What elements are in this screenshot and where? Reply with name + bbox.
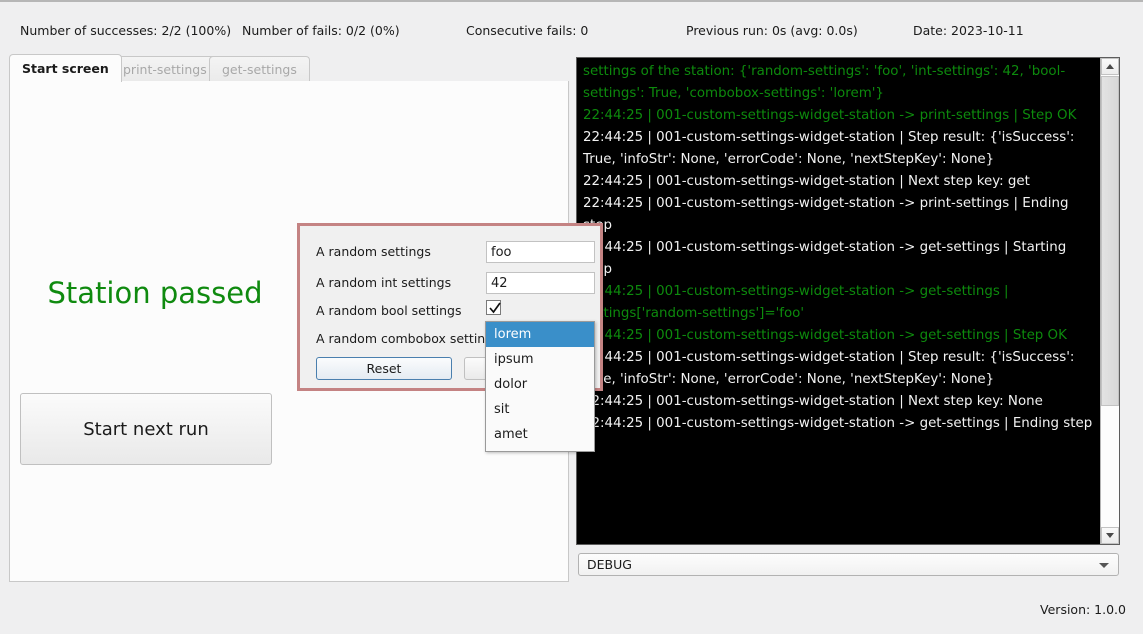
log-line: 22:44:25 | 001-custom-settings-widget-st… (583, 174, 1030, 189)
previous-run-status: Previous run: 0s (avg: 0.0s) (686, 23, 858, 38)
log-line: 22:44:25 | 001-custom-settings-widget-st… (583, 350, 1079, 387)
application-window: Number of successes: 2/2 (100%) Number o… (0, 0, 1143, 634)
random-settings-input[interactable] (486, 241, 595, 263)
consecutive-fails-status: Consecutive fails: 0 (466, 23, 589, 38)
scroll-up-arrow-icon[interactable] (1101, 58, 1119, 75)
combobox-option[interactable]: amet (486, 422, 594, 447)
int-settings-label: A random int settings (316, 275, 452, 290)
start-next-run-button[interactable]: Start next run (20, 393, 272, 465)
log-output: settings of the station: {'random-settin… (577, 58, 1101, 544)
bool-settings-label: A random bool settings (316, 303, 462, 318)
station-status-text: Station passed (47, 276, 263, 310)
log-line: 22:44:25 | 001-custom-settings-widget-st… (583, 284, 1013, 321)
fails-status: Number of fails: 0/2 (0%) (242, 23, 400, 38)
chevron-down-icon (1099, 563, 1109, 568)
checkmark-icon (489, 302, 501, 314)
log-line: 22:44:25 | 001-custom-settings-widget-st… (583, 130, 1079, 167)
tab-get-settings[interactable]: get-settings (209, 56, 310, 82)
bool-settings-checkbox[interactable] (486, 300, 501, 315)
reset-button[interactable]: Reset (316, 357, 452, 380)
scroll-down-arrow-icon[interactable] (1101, 527, 1119, 544)
combobox-option[interactable]: dolor (486, 372, 594, 397)
log-line: 22:44:25 | 001-custom-settings-widget-st… (583, 196, 1069, 233)
log-level-value: DEBUG (587, 557, 632, 572)
log-line: 22:44:25 | 001-custom-settings-widget-st… (583, 240, 1067, 277)
combobox-settings-label: A random combobox settings (316, 331, 500, 346)
combobox-option[interactable]: ipsum (486, 347, 594, 372)
log-level-combobox[interactable]: DEBUG (578, 553, 1119, 576)
log-line: 22:44:25 | 001-custom-settings-widget-st… (583, 328, 1067, 343)
log-scrollbar[interactable] (1100, 58, 1119, 544)
log-line: 22:44:25 | 001-custom-settings-widget-st… (583, 394, 1043, 409)
combobox-option[interactable]: lorem (486, 322, 594, 347)
status-bar: Number of successes: 2/2 (100%) Number o… (0, 4, 1143, 50)
scrollbar-thumb[interactable] (1101, 76, 1119, 406)
log-line: 22:44:25 | 001-custom-settings-widget-st… (583, 416, 1093, 431)
log-line: 22:44:25 | 001-custom-settings-widget-st… (583, 108, 1077, 123)
tab-start-screen[interactable]: Start screen (9, 54, 122, 82)
random-settings-label: A random settings (316, 244, 431, 259)
tab-print-settings[interactable]: print-settings (110, 56, 220, 82)
version-label: Version: 1.0.0 (1040, 602, 1126, 617)
log-console-panel: settings of the station: {'random-settin… (576, 57, 1120, 545)
date-status: Date: 2023-10-11 (913, 23, 1024, 38)
tab-bar: Start screen print-settings get-settings (9, 54, 569, 82)
combobox-dropdown-popup[interactable]: lorem ipsum dolor sit amet (485, 321, 595, 452)
combobox-option[interactable]: sit (486, 397, 594, 422)
log-line: settings of the station: {'random-settin… (583, 64, 1066, 101)
int-settings-input[interactable] (486, 272, 595, 294)
successes-status: Number of successes: 2/2 (100%) (20, 23, 232, 38)
